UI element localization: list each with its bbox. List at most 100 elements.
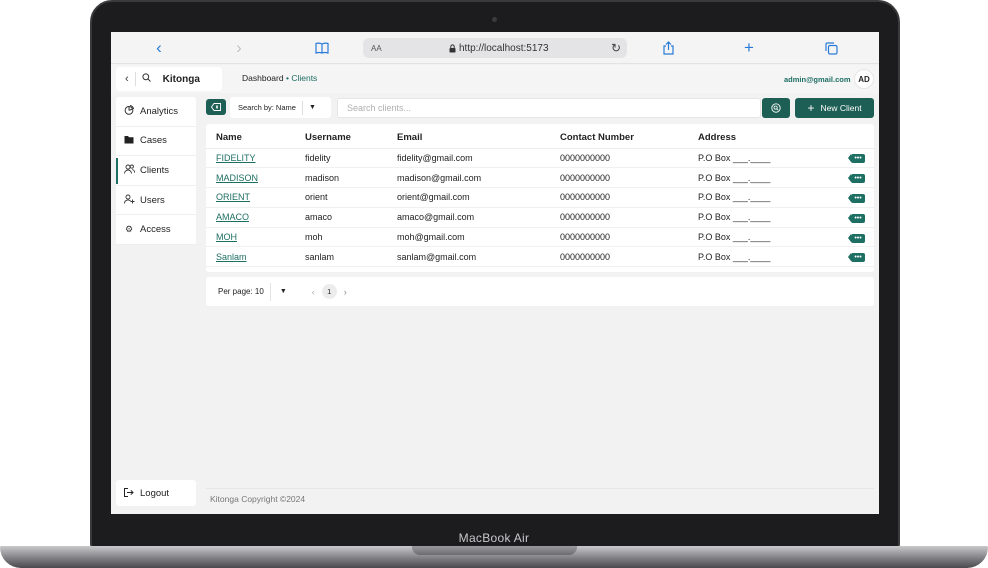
browser-toolbar: ‹ › AA http://localhost:5173 ↻ + bbox=[111, 32, 879, 64]
client-email: madison@gmail.com bbox=[397, 167, 560, 189]
row-actions-icon[interactable]: ••• bbox=[848, 213, 865, 223]
url-text: http://localhost:5173 bbox=[459, 42, 549, 54]
client-email: orient@gmail.com bbox=[397, 187, 560, 208]
column-header-email: Email bbox=[397, 124, 560, 149]
search-submit-icon bbox=[771, 103, 781, 113]
client-username: fidelity bbox=[305, 148, 397, 169]
sidebar: Analytics Cases Clients Users ⚙ Access bbox=[116, 97, 196, 245]
url-display: http://localhost:5173 bbox=[449, 43, 549, 54]
camera bbox=[492, 17, 497, 22]
avatar[interactable]: AD bbox=[854, 69, 874, 89]
row-actions-icon[interactable]: ••• bbox=[848, 233, 865, 243]
address-bar[interactable]: AA http://localhost:5173 ↻ bbox=[363, 38, 627, 58]
client-address: P.O Box ___.____ bbox=[698, 246, 838, 268]
chevron-down-icon: ▼ bbox=[308, 104, 316, 111]
add-user-icon bbox=[122, 194, 136, 206]
client-address: P.O Box ___.____ bbox=[698, 187, 838, 208]
search-by-select[interactable]: Search by: Name ▼ bbox=[230, 97, 331, 118]
search-by-label: Search by: Name bbox=[238, 103, 296, 112]
table-row: Sanlam sanlam sanlam@gmail.com 000000000… bbox=[206, 246, 874, 268]
client-username: amaco bbox=[305, 207, 397, 228]
sidebar-item-clients[interactable]: Clients bbox=[116, 156, 196, 186]
client-address: P.O Box ___.____ bbox=[698, 227, 838, 248]
client-phone: 0000000000 bbox=[560, 227, 698, 248]
row-actions-icon[interactable]: ••• bbox=[848, 174, 865, 184]
client-email: amaco@gmail.com bbox=[397, 207, 560, 228]
column-header-name: Name bbox=[206, 124, 305, 149]
client-username: moh bbox=[305, 227, 397, 248]
client-name-link[interactable]: FIDELITY bbox=[216, 153, 256, 163]
client-phone: 0000000000 bbox=[560, 207, 698, 228]
breadcrumb-current: Clients bbox=[291, 73, 318, 83]
table-row: FIDELITY fidelity fidelity@gmail.com 000… bbox=[206, 148, 874, 169]
text-size-button[interactable]: AA bbox=[371, 44, 382, 53]
logout-label: Logout bbox=[140, 487, 170, 499]
row-actions-icon[interactable]: ••• bbox=[848, 193, 865, 203]
client-phone: 0000000000 bbox=[560, 246, 698, 268]
client-username: madison bbox=[305, 167, 397, 189]
page-number-current[interactable]: 1 bbox=[321, 284, 337, 299]
column-header-contact: Contact Number bbox=[560, 124, 698, 149]
client-name-link[interactable]: MADISON bbox=[216, 173, 258, 183]
reload-icon[interactable]: ↻ bbox=[611, 41, 621, 55]
sidebar-item-users[interactable]: Users bbox=[116, 186, 196, 216]
book-icon[interactable] bbox=[312, 38, 332, 58]
chevron-left-icon[interactable]: ‹ bbox=[125, 73, 129, 85]
sidebar-item-access[interactable]: ⚙ Access bbox=[116, 215, 196, 245]
clients-table-card: Name Username Email Contact Number Addre… bbox=[206, 124, 874, 272]
clients-table: Name Username Email Contact Number Addre… bbox=[206, 124, 874, 268]
plus-icon: + bbox=[807, 101, 815, 115]
client-name-link[interactable]: MOH bbox=[216, 232, 237, 242]
brand-name: Kitonga bbox=[162, 73, 200, 85]
search-icon[interactable] bbox=[142, 73, 151, 85]
sidebar-item-analytics[interactable]: Analytics bbox=[116, 97, 196, 127]
brand-box: ‹ Kitonga bbox=[116, 67, 222, 91]
next-page-icon[interactable]: › bbox=[344, 287, 347, 297]
client-name-link[interactable]: AMACO bbox=[216, 212, 249, 222]
search-input[interactable] bbox=[337, 98, 761, 118]
lock-icon bbox=[449, 43, 456, 52]
per-page-dropdown-icon[interactable]: ▼ bbox=[280, 288, 287, 295]
sidebar-item-cases[interactable]: Cases bbox=[116, 127, 196, 157]
breadcrumb-separator: • bbox=[285, 73, 289, 83]
table-row: ORIENT orient orient@gmail.com 000000000… bbox=[206, 187, 874, 208]
gear-icon: ⚙ bbox=[124, 224, 134, 235]
breadcrumb: Dashboard • Clients bbox=[242, 73, 317, 83]
row-actions-icon[interactable]: ••• bbox=[848, 253, 865, 263]
folder-icon bbox=[122, 135, 136, 146]
sidebar-item-label: Cases bbox=[140, 135, 167, 147]
analytics-icon bbox=[122, 105, 136, 117]
user-email: admin@gmail.com bbox=[784, 75, 851, 84]
forward-icon[interactable]: › bbox=[229, 38, 249, 58]
device-label: MacBook Air bbox=[458, 531, 530, 545]
back-icon[interactable]: ‹ bbox=[149, 38, 169, 58]
table-row: MADISON madison madison@gmail.com 000000… bbox=[206, 167, 874, 189]
client-email: sanlam@gmail.com bbox=[397, 246, 560, 268]
client-name-link[interactable]: ORIENT bbox=[216, 192, 250, 202]
sidebar-item-label: Clients bbox=[140, 164, 170, 176]
sidebar-item-label: Access bbox=[140, 224, 171, 236]
breadcrumb-root[interactable]: Dashboard bbox=[242, 73, 284, 83]
logout-button[interactable]: Logout bbox=[116, 480, 196, 506]
table-row: MOH moh moh@gmail.com 0000000000 P.O Box… bbox=[206, 227, 874, 248]
column-header-username: Username bbox=[305, 124, 397, 149]
app-header: ‹ Kitonga Dashboard • Clients admin@gmai… bbox=[111, 65, 879, 93]
collapse-sidebar-button[interactable] bbox=[206, 99, 226, 115]
prev-page-icon[interactable]: ‹ bbox=[312, 287, 315, 297]
client-phone: 0000000000 bbox=[560, 187, 698, 208]
search-button[interactable] bbox=[762, 98, 790, 118]
row-actions-icon[interactable]: ••• bbox=[848, 154, 865, 164]
plus-icon[interactable]: + bbox=[739, 38, 759, 58]
column-header-actions bbox=[838, 124, 874, 149]
footer-divider bbox=[206, 488, 874, 489]
client-phone: 0000000000 bbox=[560, 148, 698, 169]
client-phone: 0000000000 bbox=[560, 167, 698, 189]
client-address: P.O Box ___.____ bbox=[698, 148, 838, 169]
column-header-address: Address bbox=[698, 124, 838, 149]
client-email: moh@gmail.com bbox=[397, 227, 560, 248]
share-icon[interactable] bbox=[658, 38, 678, 58]
tabs-icon[interactable] bbox=[821, 38, 841, 58]
client-name-link[interactable]: Sanlam bbox=[216, 252, 247, 262]
new-client-button[interactable]: + New Client bbox=[795, 98, 874, 118]
divider bbox=[269, 282, 271, 301]
